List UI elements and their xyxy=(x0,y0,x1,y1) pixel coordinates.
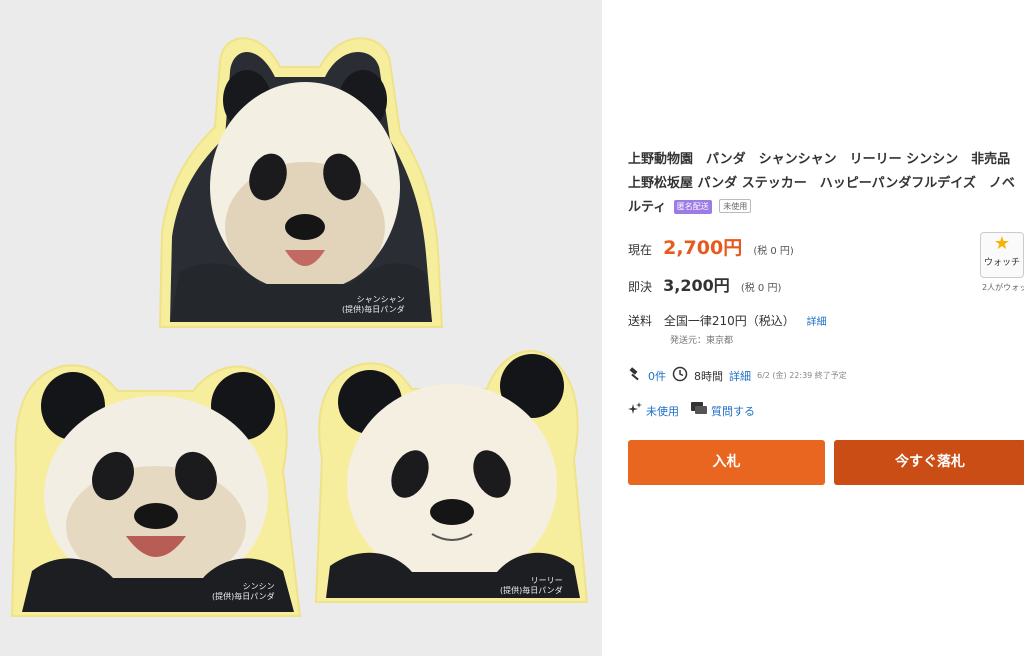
panda-sticker-shinshin: シンシン (提供)毎日パンダ xyxy=(8,346,308,622)
item-info-row: 未使用 質問する xyxy=(628,402,755,419)
shipping-value: 全国一律210円（税込） xyxy=(663,314,795,328)
condition-badge: 未使用 xyxy=(719,199,752,213)
gavel-icon xyxy=(628,367,642,384)
anonymous-shipping-badge: 匿名配送 xyxy=(673,200,712,214)
sticker-name-label: シンシン xyxy=(242,582,275,591)
current-price-label: 現在 xyxy=(628,243,653,257)
star-icon: ★ xyxy=(993,233,1011,254)
buyout-price-label: 即決 xyxy=(628,280,653,294)
end-time: 6/2 (金) 22:39 終了予定 xyxy=(757,371,847,380)
time-left: 8時間 xyxy=(694,369,723,383)
listing-title: 上野動物園 パンダ シャンシャン リーリー シンシン 非売品 上野松坂屋 パンダ… xyxy=(628,148,1024,220)
auction-listing: 上野動物園 パンダ シャンシャン リーリー シンシン 非売品 上野松坂屋 パンダ… xyxy=(602,0,1024,656)
buyout-price: 3,200円 xyxy=(663,276,730,295)
buyout-price-row: 即決 3,200円 (税 0 円) xyxy=(628,272,781,296)
sticker-name-label: シャンシャン xyxy=(356,295,405,304)
current-price: 2,700円 xyxy=(663,237,743,259)
condition-link[interactable]: 未使用 xyxy=(646,403,679,419)
watch-label: ウォッチ xyxy=(983,258,1020,268)
bid-count[interactable]: 0件 xyxy=(648,368,666,384)
sparkle-icon xyxy=(628,402,642,419)
sticker-credit-label: (提供)毎日パンダ xyxy=(342,305,405,314)
sticker-credit-label: (提供)毎日パンダ xyxy=(212,592,275,601)
sticker-credit-label: (提供)毎日パンダ xyxy=(500,586,563,595)
clock-icon xyxy=(672,366,688,385)
auction-meta-row: 0件 8時間 詳細 6/2 (金) 22:39 終了予定 xyxy=(628,366,853,385)
current-price-row: 現在 2,700円 (税 0 円) xyxy=(628,233,794,260)
panda-sticker-riri: リーリー (提供)毎日パンダ xyxy=(312,334,592,610)
chat-icon xyxy=(691,402,707,419)
current-price-tax: (税 0 円) xyxy=(753,246,794,257)
product-photo: シャンシャン (提供)毎日パンダ シンシン (提供)毎日パンダ リーリー (提供… xyxy=(0,0,602,656)
watch-button[interactable]: ★ ウォッチ xyxy=(980,232,1024,278)
shipping-detail-link[interactable]: 詳細 xyxy=(807,317,827,328)
buyout-price-tax: (税 0 円) xyxy=(740,283,782,294)
shipping-label: 送料 xyxy=(628,314,653,328)
shipping-origin: 発送元：東京都 xyxy=(670,336,734,346)
shipping-row: 送料 全国一律210円（税込） 詳細 xyxy=(628,312,827,329)
watch-count: 2人がウォッチ xyxy=(982,283,1024,292)
panda-sticker-shanshan: シャンシャン (提供)毎日パンダ xyxy=(150,22,450,337)
time-detail-link[interactable]: 詳細 xyxy=(729,368,751,384)
buy-now-button[interactable]: 今すぐ落札 xyxy=(834,440,1024,485)
question-link[interactable]: 質問する xyxy=(711,403,755,419)
bid-button[interactable]: 入札 xyxy=(628,440,825,485)
sticker-name-label: リーリー xyxy=(530,576,563,585)
